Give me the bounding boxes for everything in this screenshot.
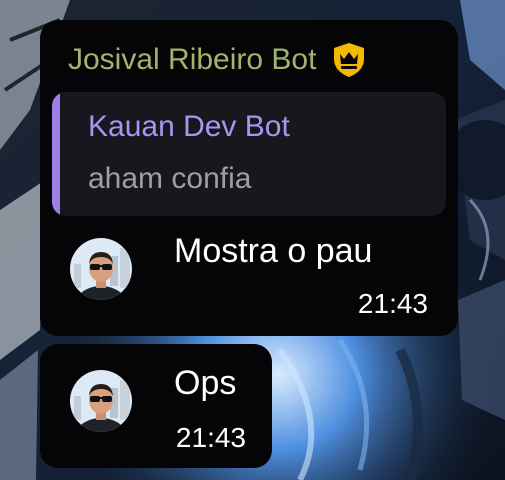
message-time: 21:43 <box>357 288 428 319</box>
sender-name[interactable]: Josival Ribeiro Bot <box>68 43 316 77</box>
message-bubble[interactable]: Josival Ribeiro Bot Kauan Dev Bot aham c… <box>40 20 458 336</box>
reply-quote[interactable]: Kauan Dev Bot aham confia <box>52 92 446 216</box>
reply-accent-bar <box>52 92 60 216</box>
chat-screen: Josival Ribeiro Bot Kauan Dev Bot aham c… <box>0 0 505 480</box>
avatar[interactable] <box>70 238 132 300</box>
crown-icon <box>330 41 368 79</box>
message-text: Mostra o pau <box>174 232 373 270</box>
message-time: 21:43 <box>175 422 246 453</box>
message-text: Ops <box>174 364 237 402</box>
reply-text: aham confia <box>88 162 252 195</box>
avatar[interactable] <box>70 370 132 432</box>
reply-author: Kauan Dev Bot <box>88 110 290 143</box>
message-bubble[interactable]: Ops 21:43 <box>40 344 272 468</box>
sender-row: Josival Ribeiro Bot <box>68 38 368 82</box>
